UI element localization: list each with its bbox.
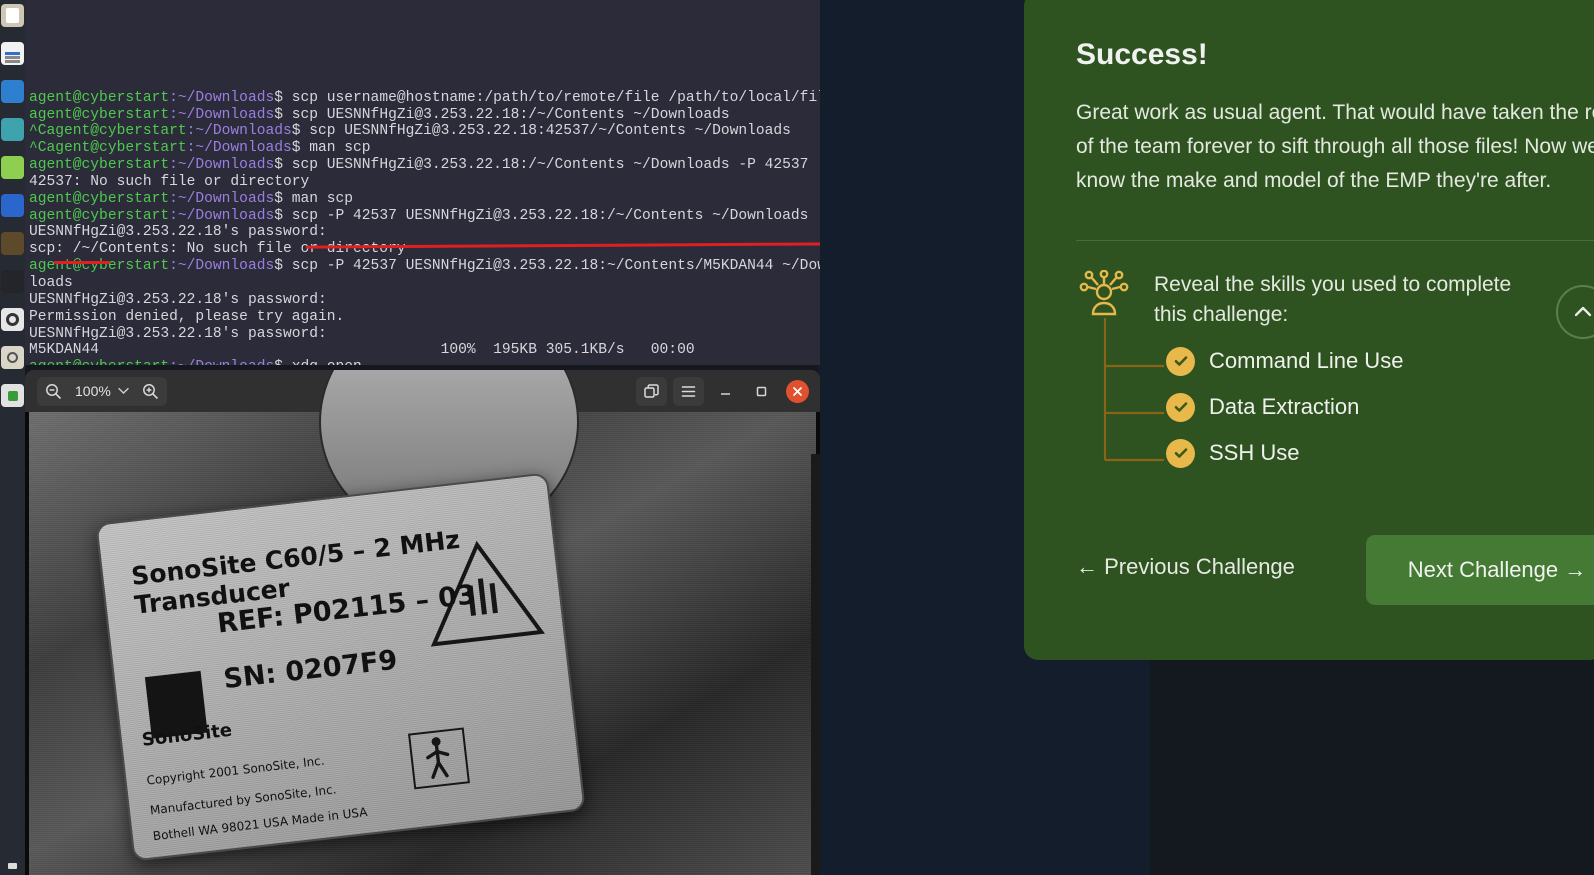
vscode-icon[interactable] — [1, 80, 24, 103]
terminal-line: agent@cyberstart:~/Downloads$ man scp — [29, 190, 354, 207]
terminal-line: agent@cyberstart:~/Downloads$ scp userna… — [29, 89, 820, 106]
skill-item[interactable]: Data Extraction — [1166, 392, 1594, 422]
annotation-underline-2 — [54, 261, 110, 264]
device-label-plate: SonoSite C60/5 – 2 MHz Transducer REF: P… — [95, 472, 586, 862]
ultrasound-transducer-label-photo: SonoSite C60/5 – 2 MHz Transducer REF: P… — [29, 370, 816, 875]
viewer-image-area: SonoSite C60/5 – 2 MHz Transducer REF: P… — [25, 370, 820, 875]
blue-folder-icon[interactable] — [1, 194, 24, 217]
terminal-line: agent@cyberstart:~/Downloads$ scp -P 425… — [29, 258, 820, 275]
green-app-icon[interactable] — [1, 156, 24, 179]
horn-icon[interactable] — [1, 232, 24, 255]
maximize-icon[interactable] — [746, 377, 776, 406]
check-circle-icon — [1166, 438, 1195, 468]
skills-section: Reveal the skills you used to complete t… — [1076, 270, 1594, 468]
show-apps-indicator[interactable] — [8, 863, 17, 869]
divider — [1076, 240, 1594, 241]
chevron-up-icon — [1574, 306, 1592, 317]
check-circle-icon — [1166, 392, 1195, 422]
skills-tree-connector — [1103, 318, 1164, 462]
terminal-line: agent@cyberstart:~/Downloads$ scp UESNNf… — [29, 157, 809, 174]
terminal-line: 42537: No such file or directory — [29, 173, 310, 190]
previous-challenge-link[interactable]: ← Previous Challenge — [1076, 554, 1295, 580]
skill-label: Command Line Use — [1209, 348, 1404, 374]
text-editor-icon[interactable] — [1, 42, 24, 65]
image-viewer-icon[interactable] — [1, 346, 24, 369]
success-title: Success! — [1076, 38, 1208, 71]
terminal-line: loads — [29, 274, 73, 291]
terminal-line: ^Cagent@cyberstart:~/Downloads$ scp UESN… — [29, 123, 791, 140]
zoom-in-icon[interactable] — [135, 377, 167, 406]
files-icon[interactable] — [1, 4, 24, 27]
chevron-down-icon — [118, 387, 129, 394]
zoom-out-icon[interactable] — [37, 377, 69, 406]
teal-app-icon[interactable] — [1, 118, 24, 141]
skill-label: SSH Use — [1209, 440, 1300, 466]
check-circle-icon — [1166, 346, 1195, 376]
terminal-output: agent@cyberstart:~/Downloads$ scp userna… — [29, 90, 820, 365]
next-challenge-button[interactable]: Next Challenge → — [1366, 535, 1594, 605]
terminal-line: agent@cyberstart:~/Downloads$ scp -P 425… — [29, 207, 809, 224]
zoom-level-selector[interactable]: 100% — [69, 383, 135, 399]
skills-prompt: Reveal the skills you used to complete t… — [1154, 273, 1512, 326]
skill-label: Data Extraction — [1209, 394, 1360, 420]
window-controls — [636, 376, 814, 406]
settings-gear-icon[interactable] — [1, 308, 24, 331]
restore-icon[interactable] — [636, 376, 667, 406]
viewer-scrollbar[interactable] — [811, 454, 820, 875]
terminal-line: UESNNfHgZi@3.253.22.18's password: — [29, 325, 327, 342]
terminal-line: agent@cyberstart:~/Downloads$ scp UESNNf… — [29, 106, 730, 123]
pedestrian-symbol — [407, 727, 470, 790]
zoom-controls: 100% — [37, 376, 167, 406]
screen: Challenge Tools >_ Terminal Related Fiel… — [0, 0, 1594, 875]
success-body: Great work as usual agent. That would ha… — [1076, 101, 1594, 193]
terminal-line: ^Cagent@cyberstart:~/Downloads$ man scp — [29, 140, 371, 157]
zoom-level-value: 100% — [75, 383, 111, 399]
terminal-line: UESNNfHgZi@3.253.22.18's password: — [29, 224, 327, 241]
terminal-line: M5KDAN44 100% 195KB 305.1KB/s 00:00 — [29, 342, 695, 359]
skill-item[interactable]: SSH Use — [1166, 438, 1594, 468]
terminal-window[interactable]: agent@cyberstart:~/Downloads$ scp userna… — [25, 0, 820, 365]
terminal-line: UESNNfHgZi@3.253.22.18's password: — [29, 291, 327, 308]
terminal-line: agent@cyberstart:~/Downloads$ xdg-open — [29, 359, 820, 365]
image-viewer-window[interactable]: 100% M5KDAN44 — [25, 370, 820, 875]
minimize-icon[interactable] — [710, 377, 740, 406]
hamburger-menu-icon[interactable] — [673, 376, 704, 406]
terminal-line: Permission denied, please try again. — [29, 308, 345, 325]
os-dock — [0, 0, 25, 875]
dog-app-icon[interactable] — [1, 270, 24, 293]
skill-item[interactable]: Command Line Use — [1166, 346, 1594, 376]
software-center-icon[interactable] — [1, 384, 24, 407]
close-icon[interactable] — [786, 379, 809, 403]
